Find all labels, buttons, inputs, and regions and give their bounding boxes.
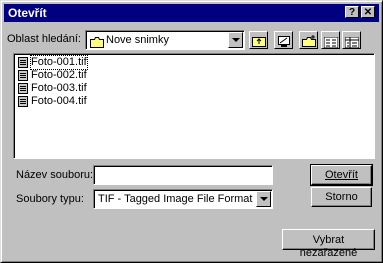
look-in-dropdown-button[interactable] <box>228 32 243 48</box>
file-name: Foto-001.tif <box>30 55 88 70</box>
tif-file-icon <box>18 57 28 68</box>
cancel-button-label: Storno <box>325 191 358 203</box>
details-view-icon <box>344 35 360 53</box>
look-in-value: Nove snimky <box>106 34 169 46</box>
title-bar[interactable]: Otevřít ? ✕ <box>4 4 379 22</box>
up-folder-icon <box>252 34 266 52</box>
filetype-label: Soubory typu: <box>16 193 84 205</box>
select-unsorted-label: Vybrat nezařazené <box>299 234 358 259</box>
up-folder-button[interactable] <box>249 31 268 49</box>
open-dialog: Otevřít ? ✕ Oblast hledání: Nove snimky <box>0 0 383 263</box>
file-name: Foto-004.tif <box>31 95 87 107</box>
close-button[interactable]: ✕ <box>361 6 375 18</box>
tif-file-icon <box>18 96 28 107</box>
filetype-value: TIF - Tagged Image File Format <box>98 193 253 205</box>
new-folder-button[interactable] <box>299 31 318 49</box>
list-view-button[interactable] <box>321 31 340 49</box>
file-list[interactable]: Foto-001.tif Foto-002.tif Foto-003.tif F… <box>13 53 375 159</box>
select-unsorted-button[interactable]: Vybrat nezařazené <box>282 229 375 259</box>
filetype-combo[interactable]: TIF - Tagged Image File Format <box>93 189 273 209</box>
tif-file-icon <box>18 83 28 94</box>
new-folder-icon <box>302 34 316 52</box>
window-title: Otevřít <box>8 6 47 20</box>
help-button[interactable]: ? <box>345 6 359 18</box>
tif-file-icon <box>18 70 28 81</box>
desktop-icon <box>277 34 291 52</box>
look-in-label: Oblast hledání: <box>7 33 81 45</box>
folder-icon <box>90 35 104 53</box>
open-button[interactable]: Otevřít <box>310 164 373 186</box>
open-button-label: Otevřít <box>324 169 358 181</box>
filename-label: Název souboru: <box>16 169 94 181</box>
cancel-button[interactable]: Storno <box>311 187 372 207</box>
details-view-button[interactable] <box>342 31 361 49</box>
look-in-combo[interactable]: Nove snimky <box>85 30 245 50</box>
file-name: Foto-002.tif <box>31 69 87 81</box>
file-name: Foto-003.tif <box>31 82 87 94</box>
desktop-button[interactable] <box>274 31 293 49</box>
filename-input[interactable] <box>93 165 273 185</box>
list-view-icon <box>323 35 339 53</box>
filetype-dropdown-button[interactable] <box>256 191 271 207</box>
